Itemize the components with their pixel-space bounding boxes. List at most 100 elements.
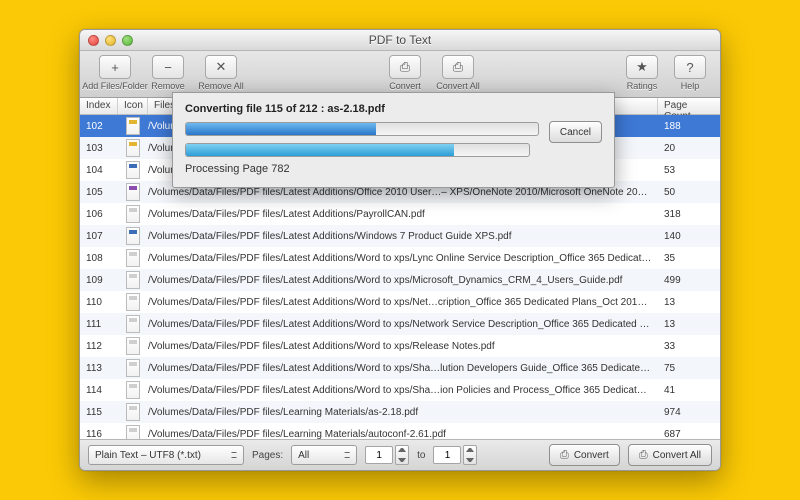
row-pagecount: 499 bbox=[658, 275, 720, 286]
row-pagecount: 13 bbox=[658, 297, 720, 308]
add-files-button[interactable]: + Add Files/Folder bbox=[88, 55, 142, 91]
table-row[interactable]: 109/Volumes/Data/Files/PDF files/Latest … bbox=[80, 269, 720, 291]
row-pagecount: 318 bbox=[658, 209, 720, 220]
file-icon bbox=[126, 227, 140, 245]
row-pagecount: 50 bbox=[658, 187, 720, 198]
row-index: 108 bbox=[80, 253, 118, 264]
x-icon: ✕ bbox=[205, 55, 237, 79]
table-row[interactable]: 113/Volumes/Data/Files/PDF files/Latest … bbox=[80, 357, 720, 379]
table-row[interactable]: 106/Volumes/Data/Files/PDF files/Latest … bbox=[80, 203, 720, 225]
stepper-icon[interactable] bbox=[463, 445, 477, 465]
output-format-select[interactable]: Plain Text – UTF8 (*.txt) bbox=[88, 445, 244, 465]
row-filepath: /Volumes/Data/Files/PDF files/Latest Add… bbox=[148, 297, 658, 308]
table-row[interactable]: 112/Volumes/Data/Files/PDF files/Latest … bbox=[80, 335, 720, 357]
col-pages[interactable]: Page Count bbox=[658, 98, 720, 114]
remove-button[interactable]: − Remove bbox=[146, 55, 190, 91]
convert-all-icon: ⎙ bbox=[639, 449, 648, 462]
ratings-button[interactable]: ★ Ratings bbox=[620, 55, 664, 91]
file-icon bbox=[126, 161, 140, 179]
titlebar[interactable]: PDF to Text bbox=[80, 30, 720, 51]
row-index: 111 bbox=[80, 319, 118, 330]
cancel-button[interactable]: Cancel bbox=[549, 121, 602, 143]
plus-icon: + bbox=[99, 55, 131, 79]
minus-icon: − bbox=[152, 55, 184, 79]
star-icon: ★ bbox=[626, 55, 658, 79]
row-pagecount: 188 bbox=[658, 121, 720, 132]
pages-label: Pages: bbox=[252, 450, 283, 461]
file-icon bbox=[126, 315, 140, 333]
row-pagecount: 35 bbox=[658, 253, 720, 264]
table-row[interactable]: 108/Volumes/Data/Files/PDF files/Latest … bbox=[80, 247, 720, 269]
file-icon bbox=[126, 337, 140, 355]
page-to-stepper[interactable] bbox=[433, 445, 477, 465]
file-icon bbox=[126, 139, 140, 157]
row-index: 116 bbox=[80, 429, 118, 440]
file-icon bbox=[126, 249, 140, 267]
row-index: 112 bbox=[80, 341, 118, 352]
page-from-stepper[interactable] bbox=[365, 445, 409, 465]
table-row[interactable]: 107/Volumes/Data/Files/PDF files/Latest … bbox=[80, 225, 720, 247]
remove-all-button[interactable]: ✕ Remove All bbox=[194, 55, 248, 91]
row-index: 115 bbox=[80, 407, 118, 418]
row-pagecount: 33 bbox=[658, 341, 720, 352]
progress-status: Processing Page 782 bbox=[185, 163, 602, 175]
row-filepath: /Volumes/Data/Files/PDF files/Latest Add… bbox=[148, 209, 658, 220]
file-icon bbox=[126, 271, 140, 289]
page-to-input[interactable] bbox=[433, 446, 461, 464]
row-filepath: /Volumes/Data/Files/PDF files/Latest Add… bbox=[148, 363, 658, 374]
table-row[interactable]: 115/Volumes/Data/Files/PDF files/Learnin… bbox=[80, 401, 720, 423]
footer-bar: Plain Text – UTF8 (*.txt) Pages: All to … bbox=[80, 439, 720, 470]
file-icon bbox=[126, 183, 140, 201]
row-pagecount: 20 bbox=[658, 143, 720, 154]
row-pagecount: 53 bbox=[658, 165, 720, 176]
row-pagecount: 75 bbox=[658, 363, 720, 374]
convert-all-icon: ⎙ bbox=[442, 55, 474, 79]
col-icon[interactable]: Icon bbox=[118, 98, 148, 114]
page-progress-bar bbox=[185, 143, 530, 157]
question-icon: ? bbox=[674, 55, 706, 79]
file-icon bbox=[126, 293, 140, 311]
row-filepath: /Volumes/Data/Files/PDF files/Latest Add… bbox=[148, 253, 658, 264]
help-button[interactable]: ? Help bbox=[668, 55, 712, 91]
row-pagecount: 13 bbox=[658, 319, 720, 330]
overall-progress-bar bbox=[185, 122, 539, 136]
row-pagecount: 974 bbox=[658, 407, 720, 418]
row-filepath: /Volumes/Data/Files/PDF files/Latest Add… bbox=[148, 319, 658, 330]
progress-title: Converting file 115 of 212 : as-2.18.pdf bbox=[185, 103, 602, 115]
row-index: 113 bbox=[80, 363, 118, 374]
toolbar: + Add Files/Folder − Remove ✕ Remove All… bbox=[80, 51, 720, 98]
row-filepath: /Volumes/Data/Files/PDF files/Latest Add… bbox=[148, 231, 658, 242]
pages-mode-select[interactable]: All bbox=[291, 445, 357, 465]
convert-icon: ⎙ bbox=[560, 449, 569, 462]
table-row[interactable]: 116/Volumes/Data/Files/PDF files/Learnin… bbox=[80, 423, 720, 439]
convert-button[interactable]: ⎙ Convert bbox=[383, 55, 427, 91]
table-row[interactable]: 114/Volumes/Data/Files/PDF files/Latest … bbox=[80, 379, 720, 401]
page-from-input[interactable] bbox=[365, 446, 393, 464]
to-label: to bbox=[417, 450, 425, 461]
file-icon bbox=[126, 117, 140, 135]
row-index: 114 bbox=[80, 385, 118, 396]
footer-convert-button[interactable]: ⎙ Convert bbox=[549, 444, 620, 466]
row-index: 102 bbox=[80, 121, 118, 132]
col-index[interactable]: Index bbox=[80, 98, 118, 114]
table-row[interactable]: 110/Volumes/Data/Files/PDF files/Latest … bbox=[80, 291, 720, 313]
row-filepath: /Volumes/Data/Files/PDF files/Latest Add… bbox=[148, 187, 658, 198]
row-index: 103 bbox=[80, 143, 118, 154]
row-index: 106 bbox=[80, 209, 118, 220]
row-pagecount: 140 bbox=[658, 231, 720, 242]
footer-convert-all-button[interactable]: ⎙ Convert All bbox=[628, 444, 712, 466]
row-filepath: /Volumes/Data/Files/PDF files/Latest Add… bbox=[148, 341, 658, 352]
table-row[interactable]: 111/Volumes/Data/Files/PDF files/Latest … bbox=[80, 313, 720, 335]
stepper-icon[interactable] bbox=[395, 445, 409, 465]
window-title: PDF to Text bbox=[80, 33, 720, 47]
convert-all-button[interactable]: ⎙ Convert All bbox=[431, 55, 485, 91]
row-index: 110 bbox=[80, 297, 118, 308]
row-pagecount: 687 bbox=[658, 429, 720, 440]
file-icon bbox=[126, 359, 140, 377]
row-filepath: /Volumes/Data/Files/PDF files/Learning M… bbox=[148, 407, 658, 418]
file-icon bbox=[126, 403, 140, 421]
file-icon bbox=[126, 381, 140, 399]
file-icon bbox=[126, 425, 140, 439]
row-filepath: /Volumes/Data/Files/PDF files/Learning M… bbox=[148, 429, 658, 440]
row-pagecount: 41 bbox=[658, 385, 720, 396]
